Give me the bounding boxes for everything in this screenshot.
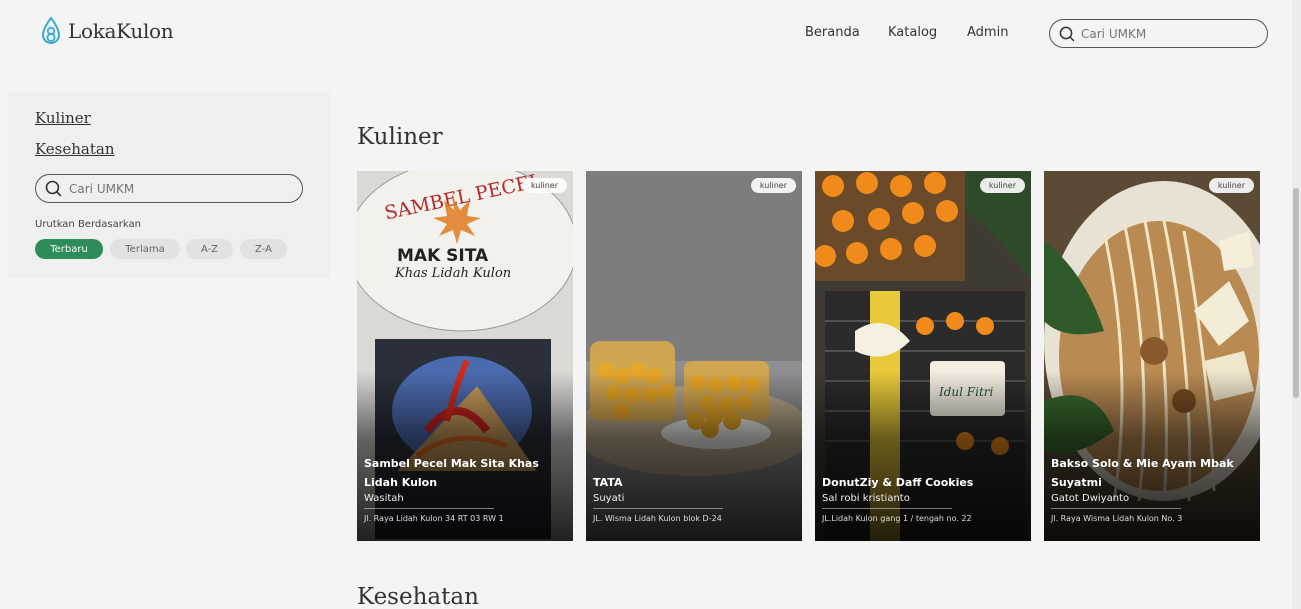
sort-chip-z-a[interactable]: Z-A bbox=[240, 239, 287, 259]
card-owner: Wasitah bbox=[364, 493, 404, 504]
category-badge: kuliner bbox=[521, 178, 567, 193]
category-link-kuliner[interactable]: Kuliner bbox=[35, 109, 91, 127]
card-title: Sambel Pecel Mak Sita Khas Lidah Kulon bbox=[364, 457, 539, 489]
card-address: JL. Wisma Lidah Kulon blok D-24 bbox=[593, 514, 722, 523]
card-owner: Gatot Dwiyanto bbox=[1051, 493, 1130, 504]
sidebar-search-input[interactable] bbox=[69, 181, 289, 196]
sort-label: Urutkan Berdasarkan bbox=[35, 219, 141, 230]
divider bbox=[593, 508, 723, 509]
card-title: Bakso Solo & Mie Ayam Mbak Suyatmi bbox=[1051, 457, 1234, 489]
card-info: Sambel Pecel Mak Sita Khas Lidah Kulon W… bbox=[364, 454, 566, 523]
card-address: Jl. Raya Wisma Lidah Kulon No. 3 bbox=[1051, 514, 1183, 523]
search-icon bbox=[1059, 26, 1075, 41]
header-search[interactable] bbox=[1049, 19, 1268, 48]
svg-text:Khas Lidah Kulon: Khas Lidah Kulon bbox=[394, 266, 511, 281]
product-card[interactable]: SAMBEL PECEL MAK SITA Khas Lidah Kulon k… bbox=[357, 171, 573, 541]
brand-logo[interactable]: LokaKulon bbox=[40, 16, 174, 46]
category-link-kesehatan[interactable]: Kesehatan bbox=[35, 140, 115, 158]
section-title-kesehatan: Kesehatan bbox=[357, 584, 479, 609]
sort-chip-terlama[interactable]: Terlama bbox=[110, 239, 180, 259]
card-title: TATA bbox=[593, 476, 623, 489]
card-address: JL.Lidah Kulon gang 1 / tengah no. 22 bbox=[822, 514, 972, 523]
sidebar-search[interactable] bbox=[35, 174, 303, 203]
page-scrollbar[interactable] bbox=[1292, 0, 1301, 609]
section-title-kuliner: Kuliner bbox=[357, 124, 443, 150]
divider bbox=[822, 508, 952, 509]
category-badge: kuliner bbox=[979, 178, 1025, 193]
card-address: Jl. Raya Lidah Kulon 34 RT 03 RW 1 bbox=[364, 514, 504, 523]
divider bbox=[1051, 508, 1181, 509]
search-icon bbox=[45, 180, 62, 197]
svg-text:MAK SITA: MAK SITA bbox=[397, 246, 489, 266]
nav-admin[interactable]: Admin bbox=[967, 25, 1008, 40]
product-card[interactable]: kuliner TATA Suyati JL. Wisma Lidah Kulo… bbox=[586, 171, 802, 541]
droplet-logo-icon bbox=[41, 16, 61, 44]
product-card[interactable]: kuliner Bakso Solo & Mie Ayam Mbak Suyat… bbox=[1044, 171, 1260, 541]
card-owner: Suyati bbox=[593, 493, 625, 504]
sort-chip-terbaru[interactable]: Terbaru bbox=[35, 239, 103, 259]
nav-beranda[interactable]: Beranda bbox=[805, 25, 860, 40]
nav-katalog[interactable]: Katalog bbox=[888, 25, 937, 40]
card-owner: Sal robi kristianto bbox=[822, 493, 910, 504]
divider bbox=[364, 508, 494, 509]
card-info: Bakso Solo & Mie Ayam Mbak Suyatmi Gatot… bbox=[1051, 454, 1253, 523]
product-card[interactable]: Idul Fitri kuliner DonutZiy & Daff Cooki… bbox=[815, 171, 1031, 541]
category-badge: kuliner bbox=[750, 178, 796, 193]
brand-name: LokaKulon bbox=[68, 19, 174, 43]
top-navbar: LokaKulon Beranda Katalog Admin bbox=[0, 0, 1301, 72]
card-title: DonutZiy & Daff Cookies bbox=[822, 476, 974, 489]
card-info: TATA Suyati JL. Wisma Lidah Kulon blok D… bbox=[593, 473, 795, 523]
scrollbar-thumb[interactable] bbox=[1293, 188, 1299, 398]
header-search-input[interactable] bbox=[1081, 26, 1251, 41]
card-info: DonutZiy & Daff Cookies Sal robi kristia… bbox=[822, 473, 1024, 523]
sort-chip-a-z[interactable]: A-Z bbox=[186, 239, 233, 259]
filter-sidebar: Kuliner Kesehatan Urutkan Berdasarkan Te… bbox=[8, 92, 330, 278]
category-badge: kuliner bbox=[1208, 178, 1254, 193]
